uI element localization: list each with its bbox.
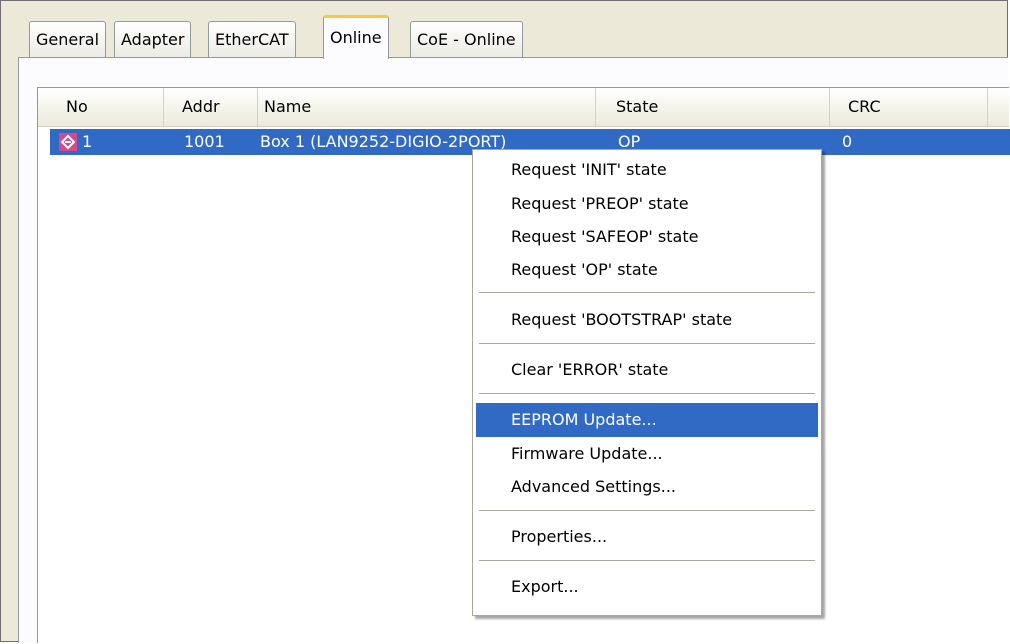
column-header-label: No <box>66 97 88 116</box>
menu-item-label: Export... <box>511 577 579 596</box>
tab-general[interactable]: General <box>29 21 107 57</box>
row-crc: 0 <box>842 132 853 151</box>
menu-item-export[interactable]: Export... <box>476 570 818 604</box>
column-header-label: Name <box>264 97 312 116</box>
menu-item-label: Request 'SAFEOP' state <box>511 227 699 246</box>
menu-item-label: Firmware Update... <box>511 444 663 463</box>
tab-coe-online[interactable]: CoE - Online <box>410 21 523 57</box>
menu-item-eeprom-update[interactable]: EEPROM Update... <box>476 403 818 437</box>
column-header-label: Addr <box>182 97 220 116</box>
menu-separator <box>479 343 815 344</box>
menu-item-request-op[interactable]: Request 'OP' state <box>476 253 818 287</box>
menu-item-label: EEPROM Update... <box>511 410 657 429</box>
menu-separator <box>479 292 815 293</box>
column-header-name[interactable]: Name <box>258 88 596 126</box>
tab-label: EtherCAT <box>215 30 289 49</box>
tab-label: CoE - Online <box>417 30 516 49</box>
menu-item-label: Request 'BOOTSTRAP' state <box>511 310 733 329</box>
context-menu: Request 'INIT' state Request 'PREOP' sta… <box>472 149 822 616</box>
row-no: 1 <box>82 132 93 151</box>
menu-item-properties[interactable]: Properties... <box>476 520 818 554</box>
menu-item-firmware-update[interactable]: Firmware Update... <box>476 437 818 471</box>
column-header-label: CRC <box>848 97 881 116</box>
menu-item-request-bootstrap[interactable]: Request 'BOOTSTRAP' state <box>476 303 818 337</box>
menu-item-label: Request 'INIT' state <box>511 160 667 179</box>
column-header-addr[interactable]: Addr <box>164 88 258 126</box>
tab-adapter[interactable]: Adapter <box>114 21 192 57</box>
menu-item-label: Clear 'ERROR' state <box>511 360 669 379</box>
menu-item-clear-error[interactable]: Clear 'ERROR' state <box>476 353 818 387</box>
menu-separator <box>479 393 815 394</box>
column-header-state[interactable]: State <box>596 88 830 126</box>
column-header-no[interactable]: No <box>38 88 164 126</box>
menu-item-label: Advanced Settings... <box>511 477 676 496</box>
tab-ethercat[interactable]: EtherCAT <box>208 21 296 57</box>
row-name: Box 1 (LAN9252-DIGIO-2PORT) <box>260 132 507 151</box>
tab-online[interactable]: Online <box>323 15 389 59</box>
column-header-crc[interactable]: CRC <box>830 88 988 126</box>
menu-separator <box>479 560 815 561</box>
tab-label: General <box>36 30 100 49</box>
menu-item-request-init[interactable]: Request 'INIT' state <box>476 153 818 187</box>
tab-label: Online <box>330 28 382 47</box>
menu-item-request-preop[interactable]: Request 'PREOP' state <box>476 187 818 221</box>
dialog-frame: General Adapter EtherCAT Online CoE - On… <box>0 0 1010 643</box>
list-header: No Addr Name State CRC <box>38 88 1009 127</box>
menu-item-label: Request 'PREOP' state <box>511 194 689 213</box>
column-header-label: State <box>616 97 659 116</box>
menu-separator <box>479 510 815 511</box>
tab-label: Adapter <box>121 30 185 49</box>
ethercat-device-icon <box>59 133 77 151</box>
menu-item-label: Properties... <box>511 527 608 546</box>
menu-item-request-safeop[interactable]: Request 'SAFEOP' state <box>476 220 818 254</box>
menu-item-advanced-settings[interactable]: Advanced Settings... <box>476 470 818 504</box>
row-addr: 1001 <box>184 132 225 151</box>
menu-item-label: Request 'OP' state <box>511 260 658 279</box>
